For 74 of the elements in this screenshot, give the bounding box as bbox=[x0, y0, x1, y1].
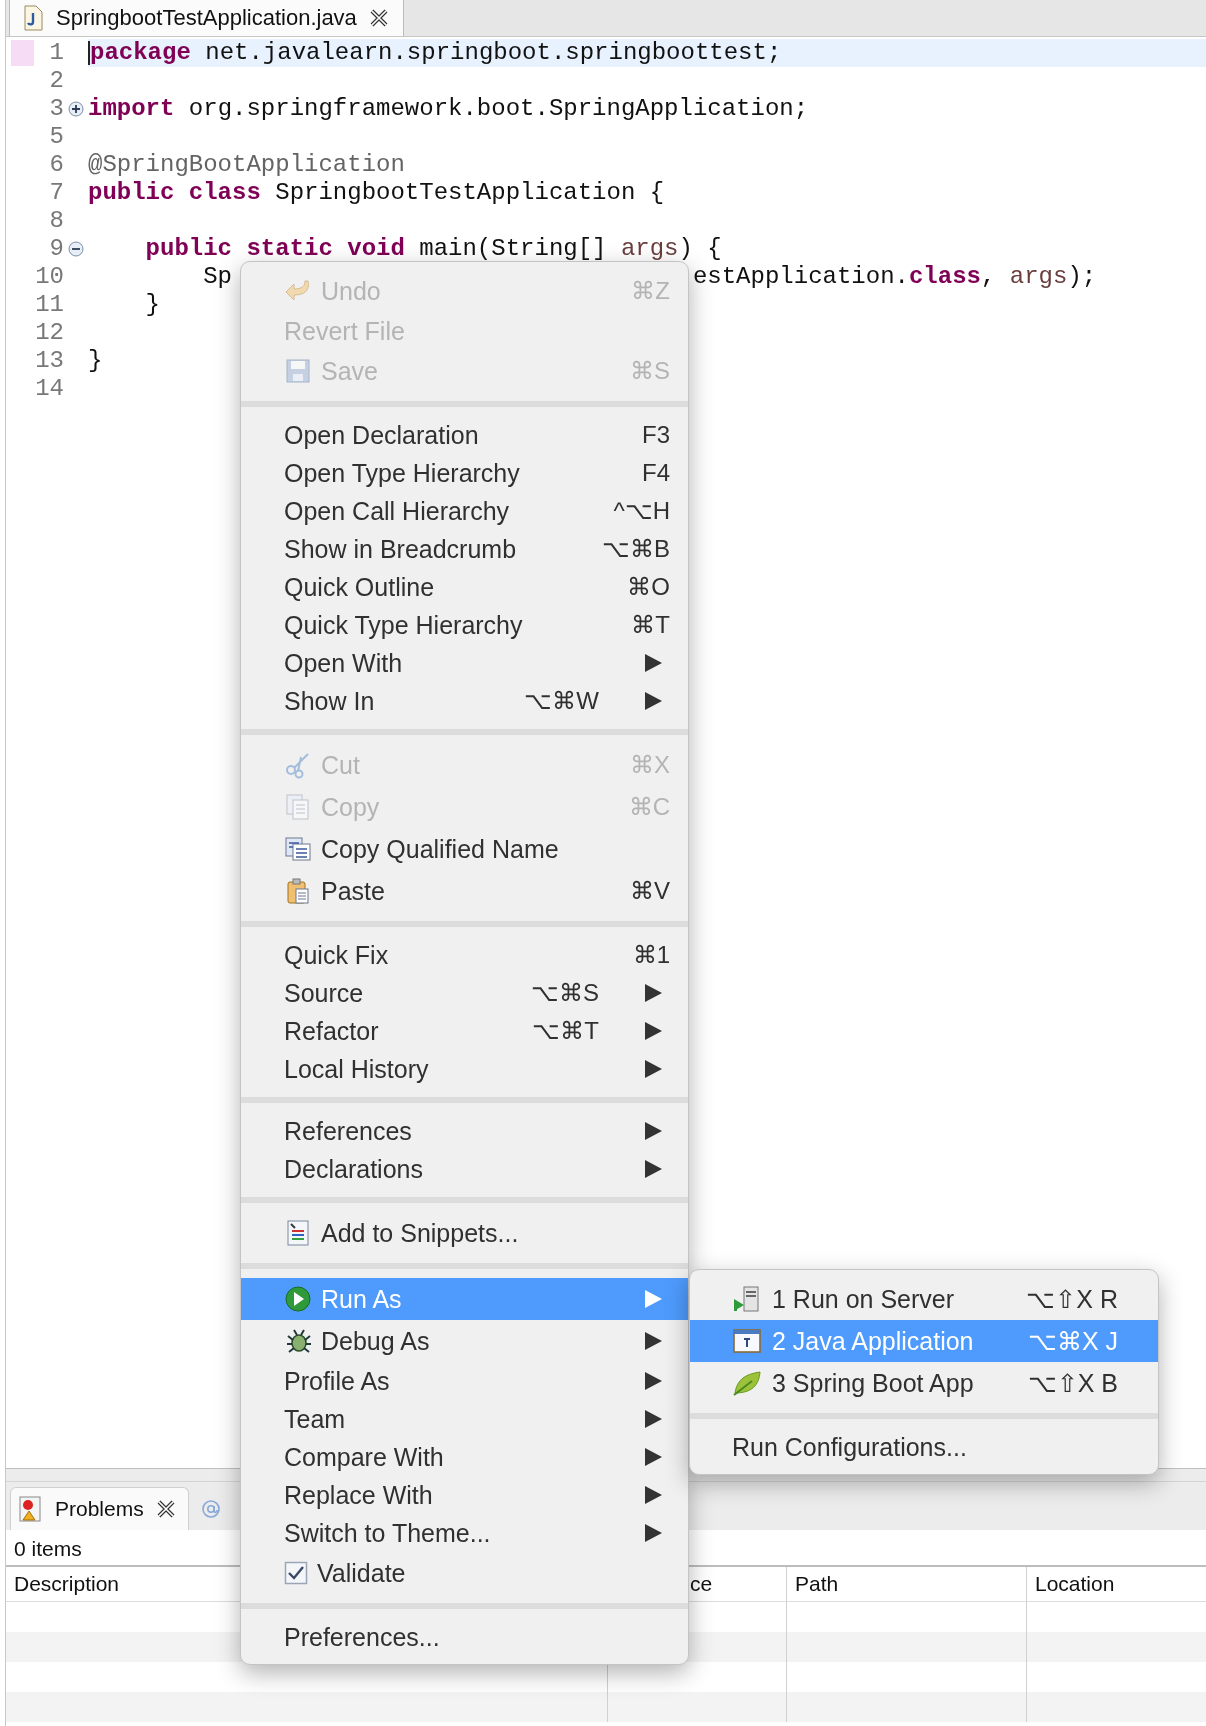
menu-item[interactable]: Open Type Hierarchy F4 bbox=[241, 454, 688, 492]
menu-item[interactable]: Debug As bbox=[241, 1320, 688, 1362]
expand-icon[interactable] bbox=[68, 101, 84, 117]
menu-item[interactable]: Quick Fix ⌘1 bbox=[241, 936, 688, 974]
line-number: 9 bbox=[48, 235, 64, 263]
menu-item[interactable]: Paste ⌘V bbox=[241, 870, 688, 912]
menu-item[interactable]: Compare With bbox=[241, 1438, 688, 1476]
code-text: package net.javalearn.springboot.springboottest; bbox=[90, 39, 782, 67]
menu-item[interactable]: Show In ⌥⌘W bbox=[241, 682, 688, 720]
menu-item[interactable]: 3 Spring Boot App ⌥⇧X B bbox=[690, 1362, 1158, 1404]
copy-icon bbox=[284, 793, 312, 821]
play-icon bbox=[284, 1285, 312, 1313]
code-text: } bbox=[145, 291, 160, 319]
column-header[interactable]: Path bbox=[786, 1567, 1026, 1601]
item-count: 0 items bbox=[14, 1537, 82, 1560]
column-header[interactable]: Location bbox=[1026, 1567, 1203, 1601]
save-icon bbox=[284, 357, 312, 385]
line-number: 8 bbox=[48, 207, 64, 235]
line-number: 13 bbox=[34, 347, 64, 375]
menu-item[interactable]: Replace With bbox=[241, 1476, 688, 1514]
menu-item[interactable]: Copy Qualified Name bbox=[241, 828, 688, 870]
code-text: } bbox=[88, 347, 103, 375]
menu-item[interactable]: References bbox=[241, 1112, 688, 1150]
menu-item[interactable]: Refactor ⌥⌘T bbox=[241, 1012, 688, 1050]
close-icon[interactable] bbox=[155, 1499, 176, 1519]
view-tab[interactable]: Problems bbox=[10, 1487, 189, 1530]
menu-item[interactable]: Team bbox=[241, 1400, 688, 1438]
line-number: 11 bbox=[34, 291, 64, 319]
menu-item[interactable]: Open Declaration F3 bbox=[241, 416, 688, 454]
code-text: public class SpringbootTestApplication { bbox=[88, 179, 665, 207]
code-text: @SpringBootApplication bbox=[88, 151, 405, 179]
paste-icon bbox=[284, 877, 312, 905]
menu-item[interactable]: Switch to Theme... bbox=[241, 1514, 688, 1552]
server-icon bbox=[732, 1285, 762, 1313]
menu-item[interactable]: Run Configurations... bbox=[690, 1428, 1158, 1466]
line-number: 2 bbox=[48, 67, 64, 95]
code-text: import org.springframework.boot.SpringApplication; bbox=[88, 95, 809, 123]
line-number: 1 bbox=[48, 39, 64, 67]
menu-item[interactable]: Open Call Hierarchy ^⌥H bbox=[241, 492, 688, 530]
code-text: Sp bbox=[203, 263, 233, 291]
line-number: 5 bbox=[48, 123, 64, 151]
document-list-icon bbox=[284, 1219, 312, 1247]
line-number: 14 bbox=[34, 375, 64, 403]
menu-item[interactable]: Preferences... bbox=[241, 1618, 688, 1656]
close-icon[interactable] bbox=[368, 7, 389, 28]
line-number: 7 bbox=[48, 179, 64, 207]
cut-icon bbox=[284, 751, 312, 779]
at-sign-icon bbox=[200, 1499, 221, 1519]
leaf-icon bbox=[732, 1369, 762, 1397]
code-text: estApplication.class, args); bbox=[692, 263, 1097, 291]
problems-icon bbox=[19, 1496, 43, 1522]
menu-item[interactable]: Local History bbox=[241, 1050, 688, 1088]
menu-item[interactable]: Declarations bbox=[241, 1150, 688, 1188]
checkbox[interactable] bbox=[284, 1561, 308, 1585]
menu-item[interactable]: Source ⌥⌘S bbox=[241, 974, 688, 1012]
line-number: 10 bbox=[34, 263, 64, 291]
documents-icon bbox=[284, 835, 312, 863]
menu-item[interactable]: Add to Snippets... bbox=[241, 1212, 688, 1254]
menu-item[interactable]: Show in Breadcrumb ⌥⌘B bbox=[241, 530, 688, 568]
collapse-icon[interactable] bbox=[68, 241, 84, 257]
file-icon bbox=[22, 4, 44, 31]
text-cursor bbox=[88, 41, 90, 65]
line-number: 6 bbox=[48, 151, 64, 179]
code-text: public static void main(String[] args) { bbox=[145, 235, 722, 263]
menu-item[interactable]: Open With bbox=[241, 644, 688, 682]
line-number: 12 bbox=[34, 319, 64, 347]
line-number: 3 bbox=[48, 95, 64, 123]
menu-item[interactable]: 1 Run on Server ⌥⇧X R bbox=[690, 1278, 1158, 1320]
editor-tab[interactable]: SpringbootTestApplication.java bbox=[9, 0, 404, 36]
menu-item[interactable]: Quick Type Hierarchy ⌘T bbox=[241, 606, 688, 644]
window-icon bbox=[732, 1327, 762, 1355]
menu-item[interactable]: Profile As bbox=[241, 1362, 688, 1400]
bug-icon bbox=[284, 1327, 312, 1355]
menu-item[interactable]: Quick Outline ⌘O bbox=[241, 568, 688, 606]
